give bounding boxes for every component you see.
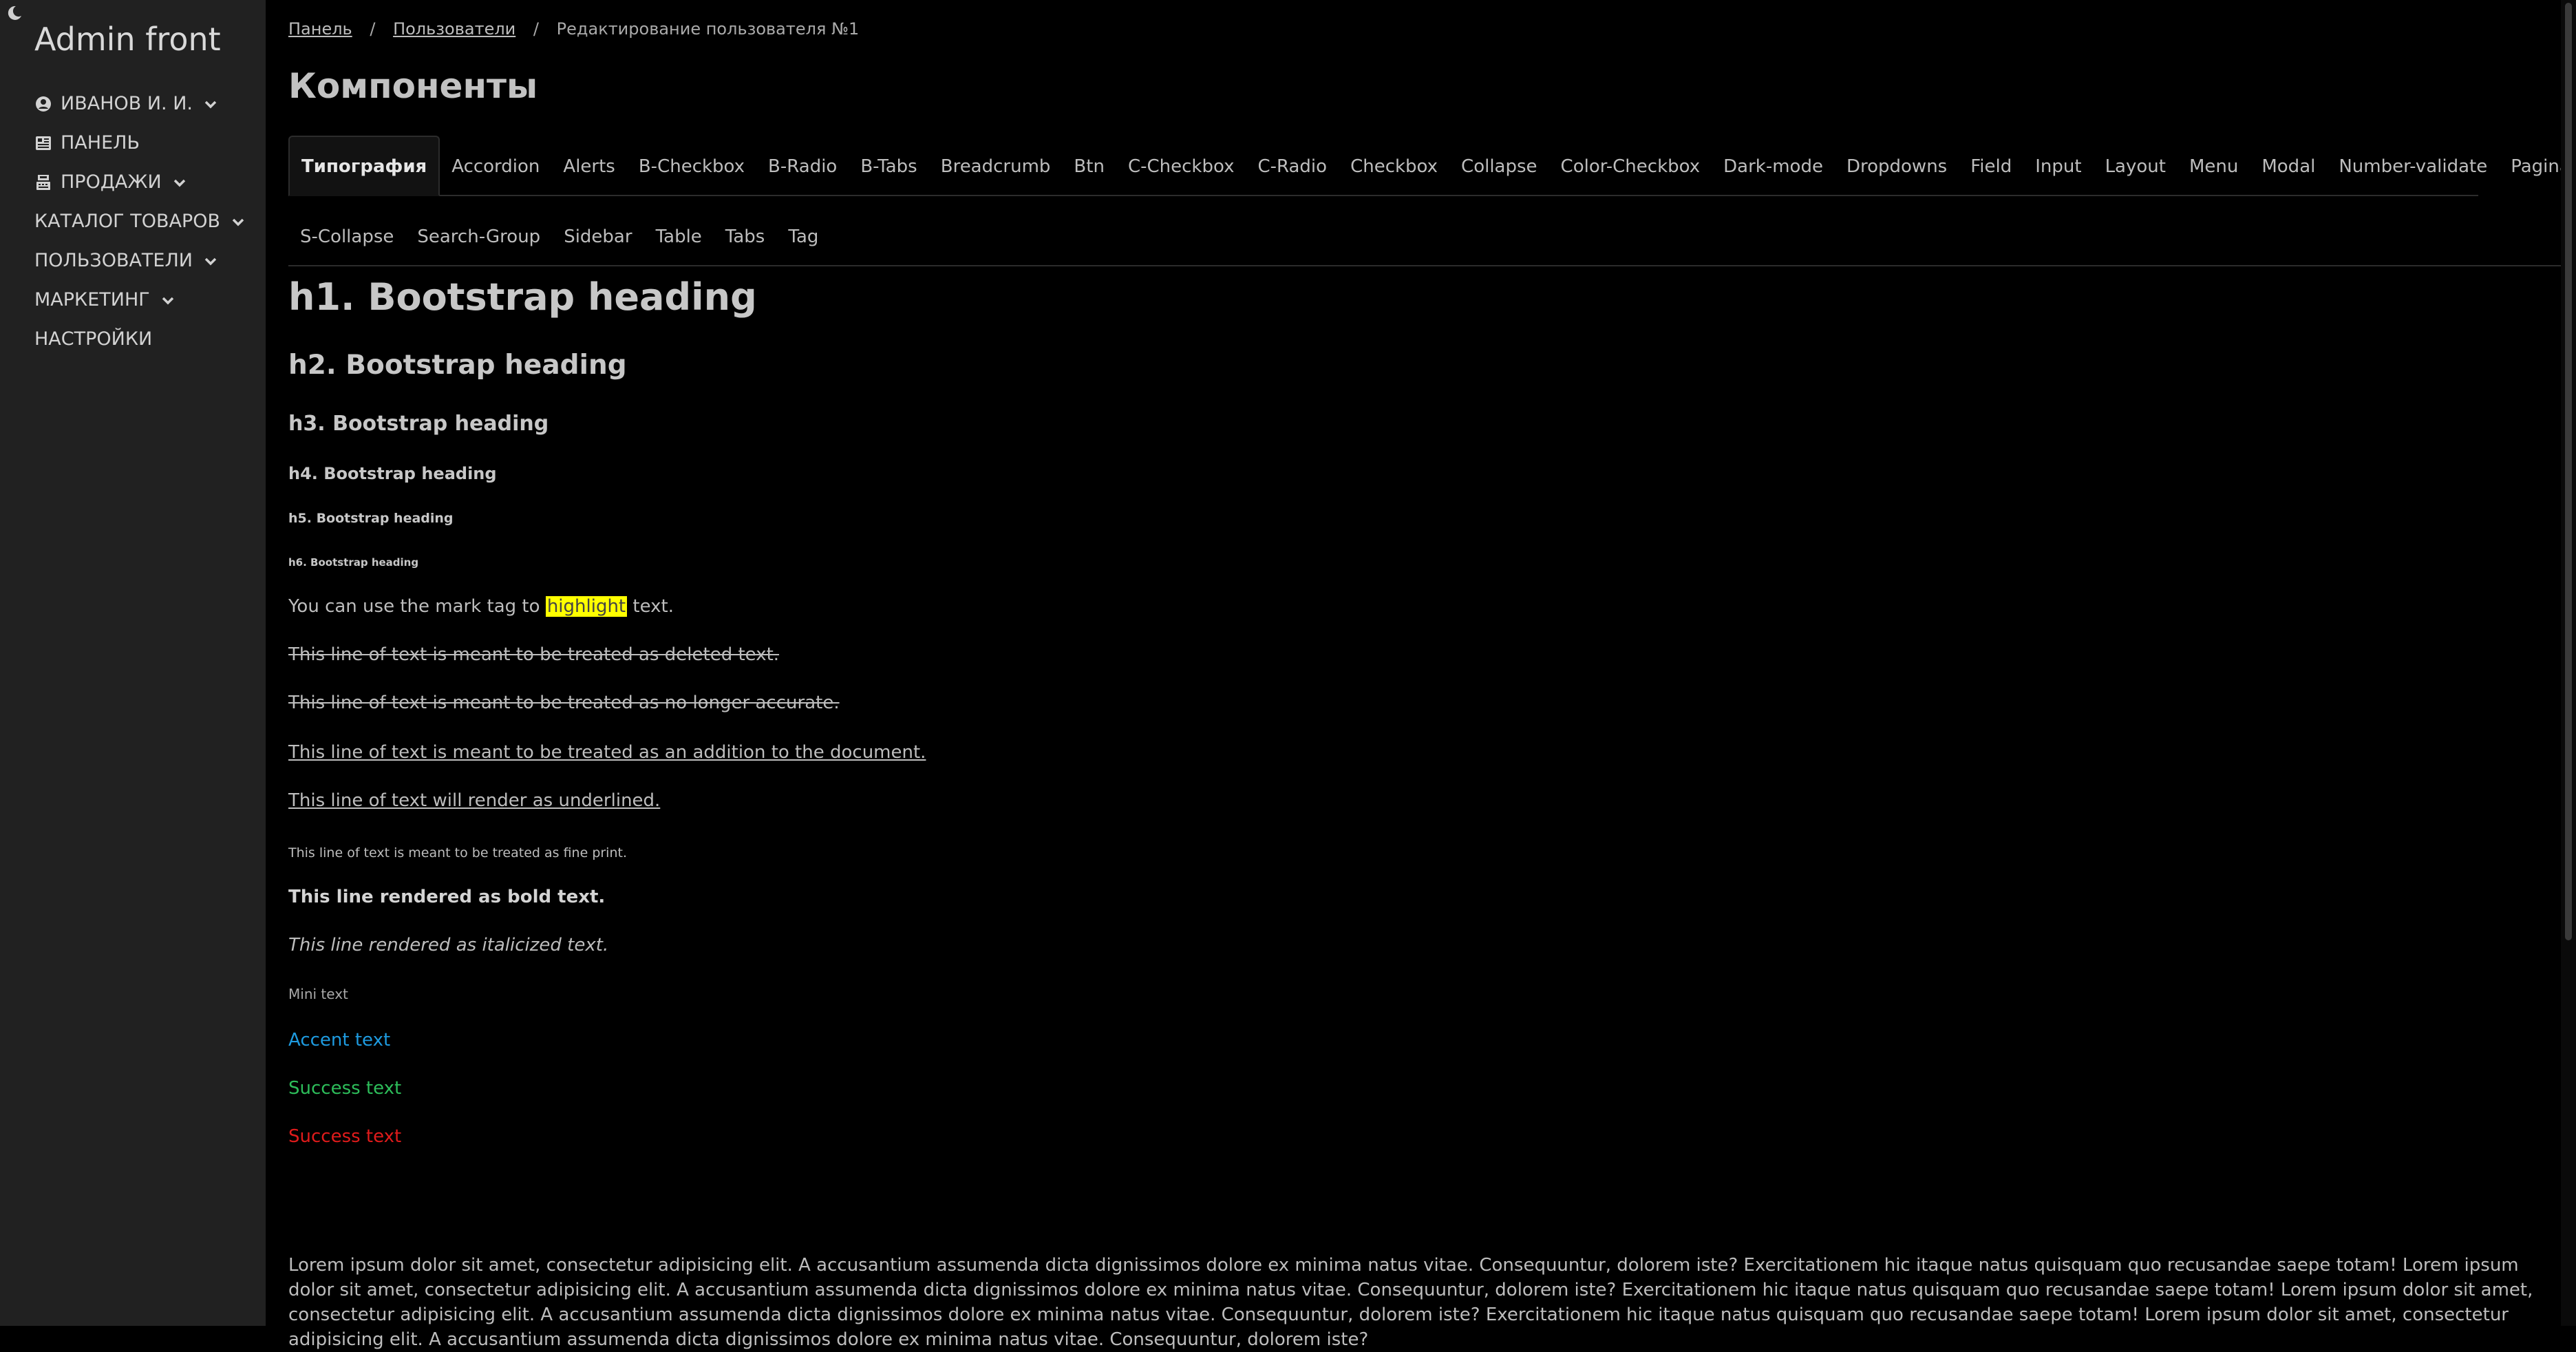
- breadcrumb-link-panel[interactable]: Панель: [288, 19, 352, 39]
- sidebar-item-label: КАТАЛОГ ТОВАРОВ: [34, 211, 220, 232]
- tab-checkbox[interactable]: Checkbox: [1339, 151, 1449, 195]
- sidebar-item-catalog[interactable]: КАТАЛОГ ТОВАРОВ: [34, 202, 246, 241]
- tabs-row-1: Типография Accordion Alerts B-Checkbox B-Rad…: [288, 129, 2576, 196]
- sidebar-nav: ИВАНОВ И. И. ПАНЕЛЬ ПРОДАЖИ КАТАЛОГ ТОВА…: [34, 84, 246, 359]
- tab-c-radio[interactable]: C-Radio: [1246, 151, 1339, 195]
- sidebar-item-users[interactable]: ПОЛЬЗОВАТЕЛИ: [34, 241, 246, 280]
- mark-after-text: text.: [627, 596, 674, 617]
- underlined-text: This line of text will render as underli…: [288, 790, 661, 811]
- sidebar-item-dashboard[interactable]: ПАНЕЛЬ: [34, 123, 246, 162]
- sidebar-item-label: МАРКЕТИНГ: [34, 289, 150, 310]
- moon-icon[interactable]: [6, 4, 23, 22]
- breadcrumb-separator: /: [370, 19, 376, 39]
- tab-dropdowns[interactable]: Dropdowns: [1835, 151, 1959, 195]
- sidebar-item-label: НАСТРОЙКИ: [34, 328, 153, 350]
- cash-register-icon: [34, 173, 52, 191]
- heading-h2: h2. Bootstrap heading: [288, 350, 627, 381]
- sidebar-item-label: ИВАНОВ И. И.: [61, 93, 193, 114]
- breadcrumb-separator: /: [533, 19, 540, 39]
- tab-breadcrumb[interactable]: Breadcrumb: [929, 151, 1063, 195]
- tab-tabs[interactable]: Tabs: [714, 221, 777, 265]
- tab-collapse[interactable]: Collapse: [1449, 151, 1549, 195]
- tab-table[interactable]: Table: [644, 221, 714, 265]
- brand-logo[interactable]: Admin front: [34, 21, 221, 58]
- tab-btn[interactable]: Btn: [1062, 151, 1116, 195]
- vertical-scrollbar[interactable]: [2561, 0, 2576, 1326]
- fine-print-text: This line of text is meant to be treated…: [288, 845, 627, 860]
- deleted-text: This line of text is meant to be treated…: [288, 644, 780, 665]
- dashboard-icon: [34, 134, 52, 152]
- heading-h6: h6. Bootstrap heading: [288, 556, 419, 569]
- danger-text: Success text: [288, 1126, 402, 1147]
- tab-field[interactable]: Field: [1959, 151, 2023, 195]
- tab-sidebar[interactable]: Sidebar: [552, 221, 643, 265]
- tab-b-radio[interactable]: B-Radio: [756, 151, 849, 195]
- tab-color-checkbox[interactable]: Color-Checkbox: [1549, 151, 1712, 195]
- sidebar-item-user[interactable]: ИВАНОВ И. И.: [34, 84, 246, 123]
- tab-input[interactable]: Input: [2023, 151, 2093, 195]
- tabs-row-2: S-Collapse Search-Group Sidebar Table Tabs Ta…: [288, 200, 2562, 266]
- tab-search-group[interactable]: Search-Group: [405, 221, 552, 265]
- sidebar-item-label: ПОЛЬЗОВАТЕЛИ: [34, 250, 193, 271]
- strikethrough-text: This line of text is meant to be treated…: [288, 693, 840, 713]
- breadcrumb-link-users[interactable]: Пользователи: [393, 19, 515, 39]
- heading-h4: h4. Bootstrap heading: [288, 464, 497, 483]
- sidebar: Admin front ИВАНОВ И. И. ПАНЕЛЬ ПРОДАЖИ …: [0, 0, 266, 1326]
- tab-типография[interactable]: Типография: [288, 136, 440, 196]
- inserted-text: This line of text is meant to be treated…: [288, 742, 926, 763]
- breadcrumb-current: Редактирование пользователя №1: [556, 19, 860, 39]
- tab-tag[interactable]: Tag: [776, 221, 830, 265]
- scrollbar-thumb[interactable]: [2565, 3, 2572, 940]
- tab-menu[interactable]: Menu: [2178, 151, 2250, 195]
- tab-number-validate[interactable]: Number-validate: [2327, 151, 2499, 195]
- sidebar-item-settings[interactable]: НАСТРОЙКИ: [34, 319, 246, 359]
- mark-before-text: You can use the mark tag to: [288, 596, 546, 617]
- heading-h5: h5. Bootstrap heading: [288, 511, 454, 526]
- tab-modal[interactable]: Modal: [2250, 151, 2327, 195]
- chevron-down-icon: [202, 253, 219, 269]
- lorem-paragraph: Lorem ipsum dolor sit amet, consectetur …: [288, 1255, 2533, 1350]
- breadcrumb: Панель / Пользователи / Редактирование п…: [288, 19, 859, 39]
- tab-accordion[interactable]: Accordion: [440, 151, 551, 195]
- sidebar-item-marketing[interactable]: МАРКЕТИНГ: [34, 280, 246, 319]
- user-circle-icon: [34, 95, 52, 113]
- chevron-down-icon: [171, 174, 188, 191]
- tab-c-checkbox[interactable]: C-Checkbox: [1116, 151, 1246, 195]
- mark-paragraph: You can use the mark tag to highlight te…: [288, 596, 674, 617]
- tab-layout[interactable]: Layout: [2094, 151, 2178, 195]
- tab-alerts[interactable]: Alerts: [551, 151, 626, 195]
- sidebar-item-label: ПРОДАЖИ: [61, 171, 162, 193]
- tab-dark-mode[interactable]: Dark-mode: [1712, 151, 1835, 195]
- page-title: Компоненты: [288, 66, 538, 106]
- accent-text: Accent text: [288, 1030, 391, 1050]
- success-text: Success text: [288, 1078, 402, 1099]
- mini-text: Mini text: [288, 986, 348, 1002]
- bold-text: This line rendered as bold text.: [288, 887, 606, 907]
- heading-h3: h3. Bootstrap heading: [288, 412, 549, 436]
- sidebar-item-label: ПАНЕЛЬ: [61, 132, 140, 154]
- tab-s-collapse[interactable]: S-Collapse: [288, 221, 405, 265]
- tab-b-checkbox[interactable]: B-Checkbox: [627, 151, 756, 195]
- chevron-down-icon: [202, 96, 219, 112]
- italic-text: This line rendered as italicized text.: [288, 935, 609, 955]
- tab-b-tabs[interactable]: B-Tabs: [849, 151, 928, 195]
- sidebar-item-sales[interactable]: ПРОДАЖИ: [34, 162, 246, 202]
- highlight-mark: highlight: [545, 596, 628, 617]
- heading-h1: h1. Bootstrap heading: [288, 275, 757, 319]
- chevron-down-icon: [160, 292, 176, 308]
- chevron-down-icon: [230, 213, 246, 230]
